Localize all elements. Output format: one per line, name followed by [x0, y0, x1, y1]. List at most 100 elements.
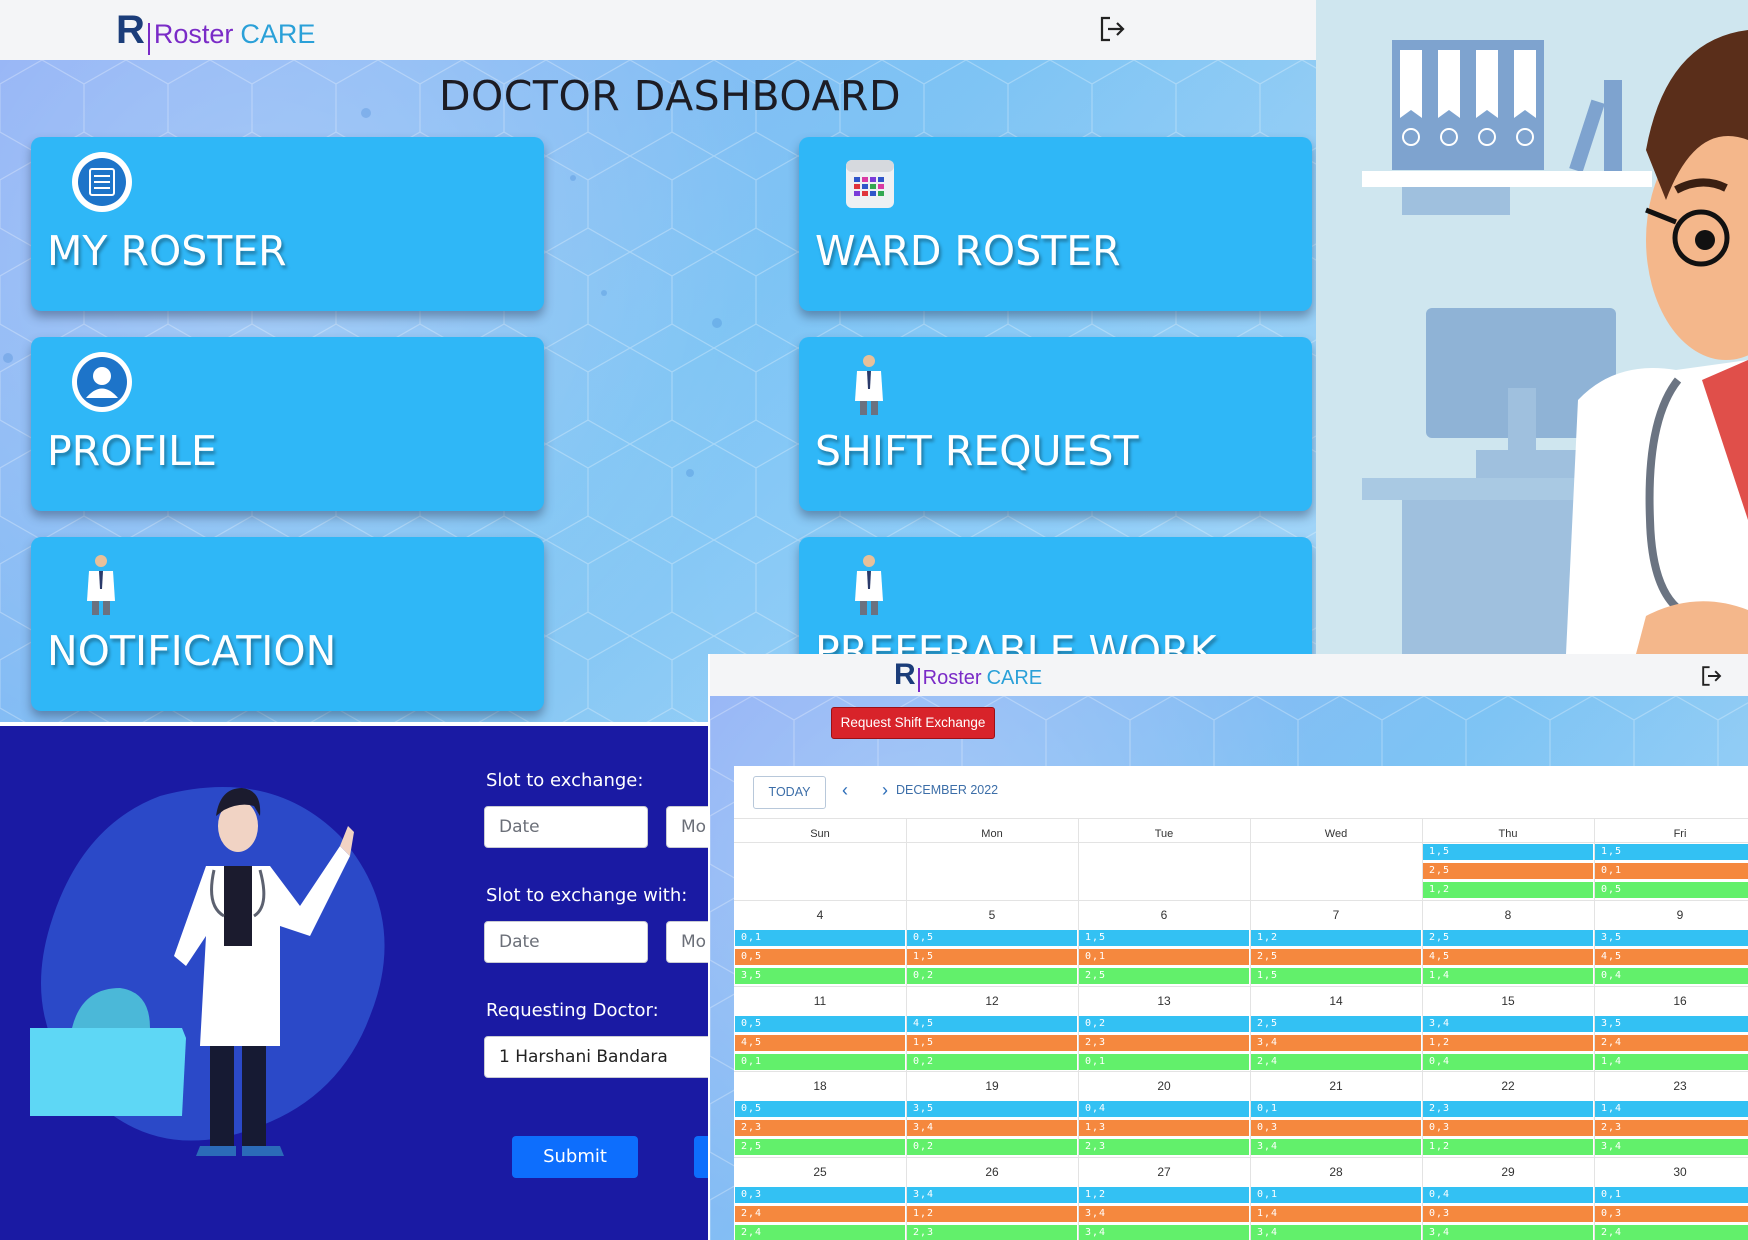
shift-event[interactable]: 1,2	[1423, 1035, 1593, 1051]
shift-event[interactable]: 3,4	[1079, 1225, 1249, 1240]
shift-event[interactable]: 2,3	[735, 1120, 905, 1136]
shift-event[interactable]: 2,3	[1079, 1035, 1249, 1051]
shift-event[interactable]: 2,4	[1595, 1035, 1748, 1051]
shift-event[interactable]: 1,5	[1595, 844, 1748, 860]
shift-event[interactable]: 0,5	[907, 930, 1077, 946]
shift-event[interactable]: 3,4	[1595, 1139, 1748, 1155]
shift-event[interactable]: 2,4	[1251, 1054, 1421, 1070]
shift-event[interactable]: 0,1	[1595, 863, 1748, 879]
shift-event[interactable]: 4,5	[1423, 949, 1593, 965]
shift-event[interactable]: 3,4	[1423, 1225, 1593, 1240]
day-number[interactable]: 11	[734, 994, 906, 1008]
day-number[interactable]: 6	[1078, 908, 1250, 922]
day-number[interactable]: 28	[1250, 1165, 1422, 1179]
shift-event[interactable]: 1,2	[907, 1206, 1077, 1222]
day-number[interactable]: 4	[734, 908, 906, 922]
day-number[interactable]: 9	[1594, 908, 1748, 922]
slot-with-date-input[interactable]: Date	[484, 921, 648, 963]
shift-event[interactable]: 2,3	[1423, 1101, 1593, 1117]
shift-event[interactable]: 0,1	[1251, 1187, 1421, 1203]
day-number[interactable]: 23	[1594, 1079, 1748, 1093]
shift-event[interactable]: 3,5	[735, 968, 905, 984]
shift-event[interactable]: 1,2	[1423, 882, 1593, 898]
shift-event[interactable]: 2,5	[1251, 949, 1421, 965]
shift-event[interactable]: 1,4	[1423, 968, 1593, 984]
shift-event[interactable]: 0,3	[735, 1187, 905, 1203]
shift-event[interactable]: 3,5	[907, 1101, 1077, 1117]
shift-event[interactable]: 1,5	[1251, 968, 1421, 984]
shift-event[interactable]: 2,4	[1595, 1225, 1748, 1240]
shift-event[interactable]: 0,3	[1423, 1206, 1593, 1222]
request-shift-exchange-button[interactable]: Request Shift Exchange	[831, 707, 995, 739]
slot-date-input[interactable]: Date	[484, 806, 648, 848]
shift-event[interactable]: 2,5	[1423, 863, 1593, 879]
day-number[interactable]: 26	[906, 1165, 1078, 1179]
logout-icon[interactable]	[1098, 14, 1128, 44]
shift-event[interactable]: 0,3	[1423, 1120, 1593, 1136]
shift-event[interactable]: 2,4	[735, 1206, 905, 1222]
tile-notification[interactable]: NOTIFICATION	[31, 537, 544, 711]
shift-event[interactable]: 3,5	[1595, 1016, 1748, 1032]
day-number[interactable]: 18	[734, 1079, 906, 1093]
app-logo[interactable]: R Roster CARE	[894, 658, 1042, 692]
day-number[interactable]: 22	[1422, 1079, 1594, 1093]
shift-event[interactable]: 0,2	[1079, 1016, 1249, 1032]
shift-event[interactable]: 0,4	[1595, 968, 1748, 984]
shift-event[interactable]: 1,2	[1079, 1187, 1249, 1203]
shift-event[interactable]: 0,4	[1423, 1054, 1593, 1070]
shift-event[interactable]: 2,5	[1423, 930, 1593, 946]
shift-event[interactable]: 3,4	[907, 1120, 1077, 1136]
shift-event[interactable]: 4,5	[907, 1016, 1077, 1032]
shift-event[interactable]: 0,5	[735, 949, 905, 965]
shift-event[interactable]: 0,2	[907, 968, 1077, 984]
day-number[interactable]: 27	[1078, 1165, 1250, 1179]
shift-event[interactable]: 0,1	[1079, 949, 1249, 965]
day-number[interactable]: 7	[1250, 908, 1422, 922]
logout-icon[interactable]	[1700, 664, 1724, 688]
day-number[interactable]: 20	[1078, 1079, 1250, 1093]
shift-event[interactable]: 1,2	[1423, 1139, 1593, 1155]
app-logo[interactable]: R Roster CARE	[116, 8, 315, 55]
shift-event[interactable]: 1,5	[1423, 844, 1593, 860]
shift-event[interactable]: 0,5	[735, 1101, 905, 1117]
shift-event[interactable]: 1,2	[1251, 930, 1421, 946]
tile-profile[interactable]: PROFILE	[31, 337, 544, 511]
shift-event[interactable]: 0,3	[1595, 1206, 1748, 1222]
tile-shift-request[interactable]: SHIFT REQUEST	[799, 337, 1312, 511]
shift-event[interactable]: 4,5	[735, 1035, 905, 1051]
shift-event[interactable]: 0,5	[735, 1016, 905, 1032]
submit-button[interactable]: Submit	[512, 1136, 638, 1178]
shift-event[interactable]: 0,4	[1423, 1187, 1593, 1203]
slot-session-select[interactable]: Mo	[666, 806, 708, 848]
day-number[interactable]: 8	[1422, 908, 1594, 922]
requesting-doctor-select[interactable]: 1 Harshani Bandara	[484, 1036, 708, 1078]
shift-event[interactable]: 1,4	[1595, 1054, 1748, 1070]
day-number[interactable]: 13	[1078, 994, 1250, 1008]
shift-event[interactable]: 2,3	[1079, 1139, 1249, 1155]
tile-my-roster[interactable]: MY ROSTER	[31, 137, 544, 311]
shift-event[interactable]: 2,5	[735, 1139, 905, 1155]
next-month-icon[interactable]: ›	[882, 780, 888, 801]
shift-event[interactable]: 3,4	[907, 1187, 1077, 1203]
shift-event[interactable]: 0,5	[1595, 882, 1748, 898]
slot-with-session-select[interactable]: Mo	[666, 921, 708, 963]
shift-event[interactable]: 3,4	[1079, 1206, 1249, 1222]
shift-event[interactable]: 1,5	[907, 949, 1077, 965]
day-number[interactable]: 30	[1594, 1165, 1748, 1179]
secondary-button[interactable]	[694, 1136, 708, 1178]
shift-event[interactable]: 0,1	[1251, 1101, 1421, 1117]
shift-event[interactable]: 1,4	[1595, 1101, 1748, 1117]
shift-event[interactable]: 2,3	[1595, 1120, 1748, 1136]
shift-event[interactable]: 3,5	[1595, 930, 1748, 946]
shift-event[interactable]: 1,3	[1079, 1120, 1249, 1136]
shift-event[interactable]: 0,4	[1079, 1101, 1249, 1117]
day-number[interactable]: 19	[906, 1079, 1078, 1093]
shift-event[interactable]: 3,4	[1251, 1225, 1421, 1240]
shift-event[interactable]: 2,3	[907, 1225, 1077, 1240]
day-number[interactable]: 21	[1250, 1079, 1422, 1093]
day-number[interactable]: 29	[1422, 1165, 1594, 1179]
shift-event[interactable]: 0,3	[1251, 1120, 1421, 1136]
shift-event[interactable]: 0,1	[735, 930, 905, 946]
shift-event[interactable]: 0,1	[1079, 1054, 1249, 1070]
today-button[interactable]: TODAY	[753, 776, 826, 809]
